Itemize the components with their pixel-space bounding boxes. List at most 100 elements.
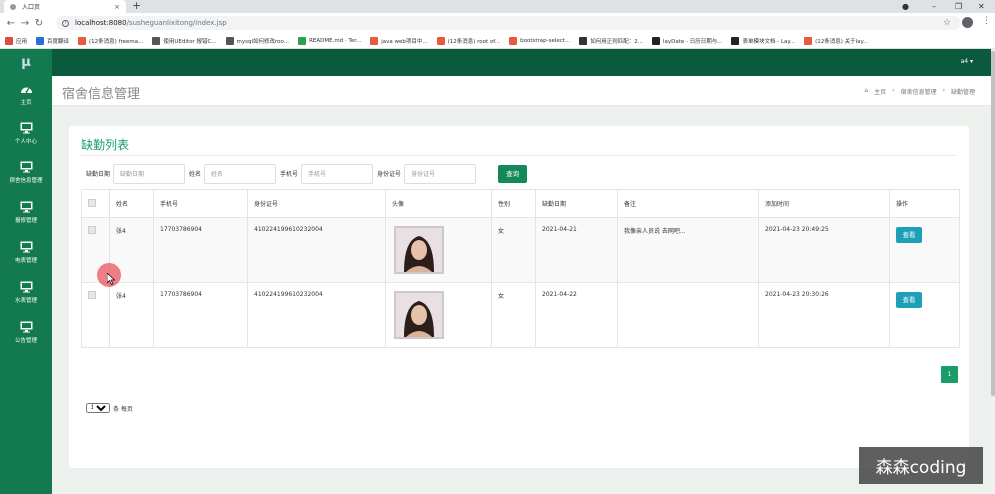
bookmark-label: (12条消息) 关于lay... <box>815 38 869 45</box>
page-size-label: 条 每页 <box>113 405 133 413</box>
column-header: 手机号 <box>153 189 248 218</box>
cell-name: 张4 <box>109 282 154 348</box>
sidebar-item[interactable]: 主页 <box>0 83 52 123</box>
bookmark-label: README.md · Ter... <box>309 37 362 44</box>
id-card-input[interactable]: 身份证号 <box>404 163 477 184</box>
bookmark-item[interactable]: bootstrap-select... <box>509 36 570 45</box>
filter-label-name: 姓名 <box>189 171 202 178</box>
new-tab-button[interactable]: + <box>132 0 141 12</box>
sidebar-item[interactable]: 水表管理 <box>0 281 52 321</box>
view-button[interactable]: 查看 <box>896 292 922 308</box>
pagination-page-1[interactable]: 1 <box>941 366 958 383</box>
page-header: 宿舍信息管理 ⌂ 主页 › 宿舍信息管理 › 缺勤管理 <box>52 76 991 106</box>
sidebar-item[interactable]: 宿舍信息管理 <box>0 161 52 201</box>
bookmark-item[interactable]: 如何用正则匹配：2... <box>579 36 643 45</box>
bookmark-favicon-icon <box>298 36 307 45</box>
view-button[interactable]: 查看 <box>896 227 922 243</box>
browser-menu-icon[interactable]: ⋮ <box>982 16 991 26</box>
breadcrumb-separator: › <box>942 87 945 94</box>
absence-date-input[interactable]: 缺勤日期 <box>113 163 186 184</box>
cell-avatar <box>385 282 492 348</box>
monitor-icon <box>20 281 32 293</box>
cell-actions: 查看 <box>889 282 960 348</box>
column-header: 姓名 <box>109 189 154 218</box>
column-header: 身份证号 <box>247 189 386 218</box>
bookmark-favicon-icon <box>804 36 813 45</box>
phone-input[interactable]: 手机号 <box>301 163 374 184</box>
app-logo: μ <box>0 49 52 76</box>
minimize-button[interactable]: – <box>932 0 936 13</box>
row-checkbox[interactable] <box>88 291 96 299</box>
select-all-checkbox[interactable] <box>88 199 96 207</box>
bookmark-item[interactable]: java web项目中... <box>370 36 428 45</box>
url-text: localhost:8080/susheguanlixitong/index.j… <box>75 19 227 27</box>
sidebar-item[interactable]: 公告管理 <box>0 321 52 361</box>
name-input[interactable]: 姓名 <box>204 163 277 184</box>
forward-arrow-icon[interactable]: → <box>18 18 32 29</box>
bookmark-item[interactable]: 应用 <box>5 36 27 45</box>
bookmark-item[interactable]: layDate - 日历日期与... <box>651 36 723 45</box>
reload-icon[interactable]: ↻ <box>32 18 46 29</box>
cell-phone: 17703786904 <box>153 217 248 283</box>
cell-added-time: 2021-04-23 20:49:25 <box>758 217 890 283</box>
tab-close-icon[interactable]: × <box>114 3 120 11</box>
page-size-select[interactable]: 10 <box>86 403 110 413</box>
bookmark-favicon-icon <box>579 36 588 45</box>
browser-tab[interactable]: 入口页 × <box>4 0 126 13</box>
restore-button[interactable]: ❐ <box>955 0 962 13</box>
column-header: 添加时间 <box>758 189 890 218</box>
select-all-cell <box>81 189 110 218</box>
site-info-icon[interactable]: i <box>62 19 69 27</box>
bookmark-label: layDate - 日历日期与... <box>662 38 723 45</box>
cell-gender: 女 <box>491 282 536 348</box>
bookmark-item[interactable]: (12条消息) freema... <box>78 36 144 45</box>
sidebar-item[interactable]: 报修管理 <box>0 201 52 241</box>
column-header: 性别 <box>491 189 536 218</box>
breadcrumb-item-dorm[interactable]: 宿舍信息管理 <box>901 87 937 96</box>
sidebar-item-label: 报修管理 <box>14 218 37 224</box>
account-dot-icon[interactable]: ● <box>902 0 909 13</box>
address-bar[interactable]: i localhost:8080/susheguanlixitong/index… <box>56 16 961 30</box>
query-button[interactable]: 查询 <box>498 164 528 183</box>
monitor-icon <box>20 201 32 213</box>
close-window-button[interactable]: ✕ <box>978 0 985 13</box>
sidebar-item-label: 主页 <box>20 100 32 106</box>
apps-grid-icon <box>5 36 13 45</box>
cell-added-time: 2021-04-23 20:30:26 <box>758 282 890 348</box>
cell-note: 我像亲人员说 去网吧... <box>617 217 759 283</box>
app-topbar <box>0 49 995 76</box>
filter-label-phone: 手机号 <box>280 171 299 178</box>
breadcrumb-item-home[interactable]: 主页 <box>874 87 886 96</box>
column-header: 头像 <box>385 189 492 218</box>
row-checkbox[interactable] <box>88 226 96 234</box>
bookmark-label: 表单模块文档 - Lay... <box>742 38 796 45</box>
scrollbar-thumb[interactable] <box>991 51 995 396</box>
breadcrumb: ⌂ 主页 › 宿舍信息管理 › 缺勤管理 <box>864 87 975 96</box>
bookmark-star-icon[interactable]: ☆ <box>943 18 951 28</box>
bookmark-item[interactable]: (12条消息) 关于lay... <box>804 36 869 45</box>
bookmark-item[interactable]: 百度翻译 <box>36 36 69 45</box>
breadcrumb-item-current: 缺勤管理 <box>950 89 975 96</box>
bookmark-item[interactable]: 使用UEditor 报错C... <box>152 36 217 45</box>
tab-favicon-icon <box>10 3 16 10</box>
cell-actions: 查看 <box>889 217 960 283</box>
profile-avatar-icon[interactable] <box>962 17 973 28</box>
bookmark-item[interactable]: 表单模块文档 - Lay... <box>731 36 796 45</box>
sidebar-item-label: 个人中心 <box>14 139 37 145</box>
sidebar-item[interactable]: 个人中心 <box>0 122 52 162</box>
bookmark-label: (12条消息) freema... <box>89 38 144 45</box>
mouse-pointer-icon <box>107 273 115 285</box>
bookmark-item[interactable]: (12条消息) root of... <box>436 36 500 45</box>
sidebar-item[interactable]: 电表管理 <box>0 241 52 281</box>
page-scrollbar[interactable] <box>991 49 995 494</box>
bookmark-item[interactable]: README.md · Ter... <box>298 36 362 45</box>
bookmark-favicon-icon <box>651 36 660 45</box>
dashboard-icon <box>20 87 32 93</box>
user-menu[interactable]: a4 ▾ <box>961 58 973 65</box>
sidebar-item-label: 公告管理 <box>14 338 37 344</box>
back-arrow-icon[interactable]: ← <box>4 18 18 29</box>
sidebar-item-label: 水表管理 <box>14 298 37 304</box>
monitor-icon <box>20 321 32 333</box>
bookmark-item[interactable]: mysql如何修改roo... <box>225 36 289 45</box>
sidebar: 主页个人中心宿舍信息管理报修管理电表管理水表管理公告管理 <box>0 76 52 494</box>
